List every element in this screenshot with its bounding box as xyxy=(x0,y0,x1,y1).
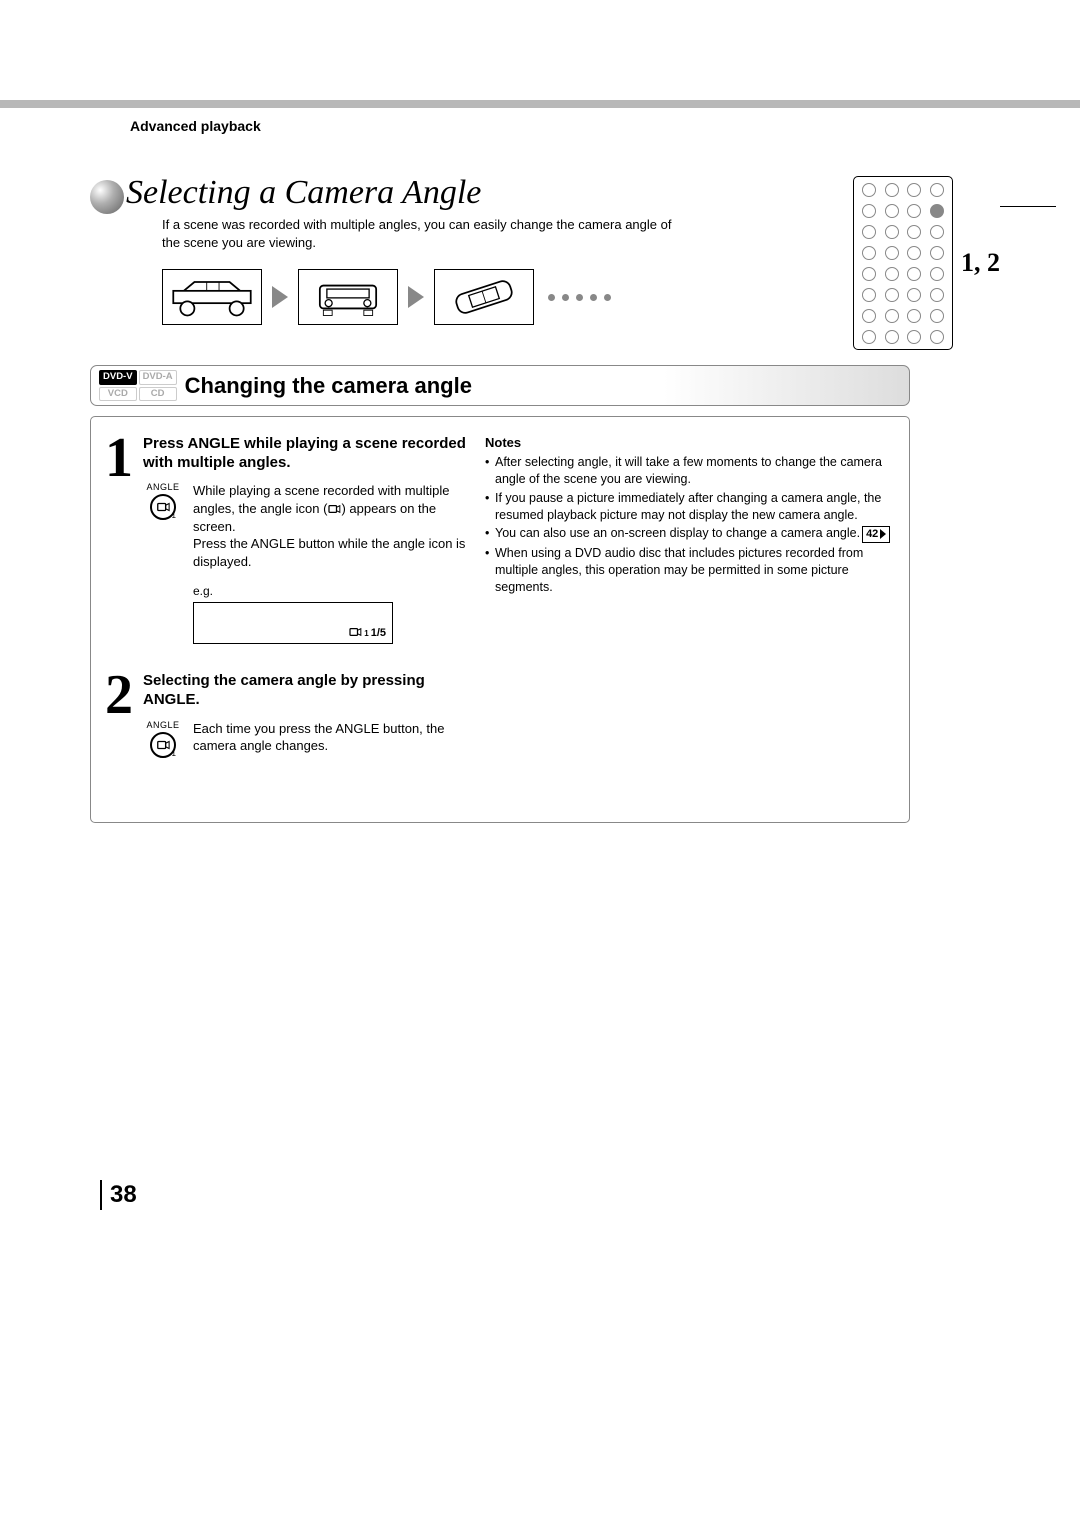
step-1-heading: Press ANGLE while playing a scene record… xyxy=(143,435,471,473)
badge-dvda: DVD-A xyxy=(139,370,177,384)
example-label: e.g. xyxy=(193,584,471,598)
breadcrumb: Advanced playback xyxy=(130,118,1000,134)
angle-illustration-row xyxy=(162,269,672,325)
osd-example: 1 1/5 xyxy=(193,602,393,644)
badge-dvdv: DVD-V xyxy=(99,370,137,384)
note-item: If you pause a picture immediately after… xyxy=(485,490,895,524)
step-2: 2 Selecting the camera angle by pressing… xyxy=(105,672,471,758)
remote-diagram: 1, 2 xyxy=(853,176,1000,350)
ellipsis-icon xyxy=(548,294,611,301)
step-1-body: While playing a scene recorded with mult… xyxy=(193,482,471,570)
note-item: After selecting angle, it will take a fe… xyxy=(485,454,895,488)
step-1: 1 Press ANGLE while playing a scene reco… xyxy=(105,435,471,644)
badge-cd: CD xyxy=(139,387,177,401)
disc-type-badges: DVD-V DVD-A VCD CD xyxy=(99,370,177,401)
osd-angle-count: 1/5 xyxy=(371,627,386,639)
angle-button-label: ANGLE xyxy=(146,482,179,492)
notes-heading: Notes xyxy=(485,435,895,450)
step-number-2: 2 xyxy=(105,672,139,758)
page-number: 38 xyxy=(100,1180,137,1210)
title-bullet-icon xyxy=(90,180,124,214)
section-header: DVD-V DVD-A VCD CD Changing the camera a… xyxy=(90,365,910,406)
remote-step-label: 1, 2 xyxy=(961,248,1000,278)
step-2-heading: Selecting the camera angle by pressing A… xyxy=(143,672,471,710)
note-item: When using a DVD audio disc that include… xyxy=(485,545,895,596)
instruction-box: 1 Press ANGLE while playing a scene reco… xyxy=(90,416,910,823)
step-number-1: 1 xyxy=(105,435,139,644)
angle-button-icon: ANGLE 1 xyxy=(143,482,183,570)
page-ref-box: 42 xyxy=(862,526,890,543)
angle-button-icon: ANGLE 1 xyxy=(143,720,183,758)
badge-vcd: VCD xyxy=(99,387,137,401)
notes-list: After selecting angle, it will take a fe… xyxy=(485,454,895,596)
remote-highlighted-button xyxy=(930,204,944,218)
car-top-view xyxy=(434,269,534,325)
camera-icon xyxy=(327,501,341,516)
arrow-icon xyxy=(408,286,424,308)
step-2-body: Each time you press the ANGLE button, th… xyxy=(193,720,471,758)
arrow-icon xyxy=(272,286,288,308)
camera-icon xyxy=(348,627,362,639)
section-title: Changing the camera angle xyxy=(185,373,472,399)
intro-text: If a scene was recorded with multiple an… xyxy=(162,216,672,251)
remote-outline xyxy=(853,176,953,350)
page-title: Selecting a Camera Angle xyxy=(126,174,672,212)
car-front-view xyxy=(298,269,398,325)
angle-button-label: ANGLE xyxy=(146,720,179,730)
car-side-view xyxy=(162,269,262,325)
note-item: You can also use an on-screen display to… xyxy=(485,525,895,543)
